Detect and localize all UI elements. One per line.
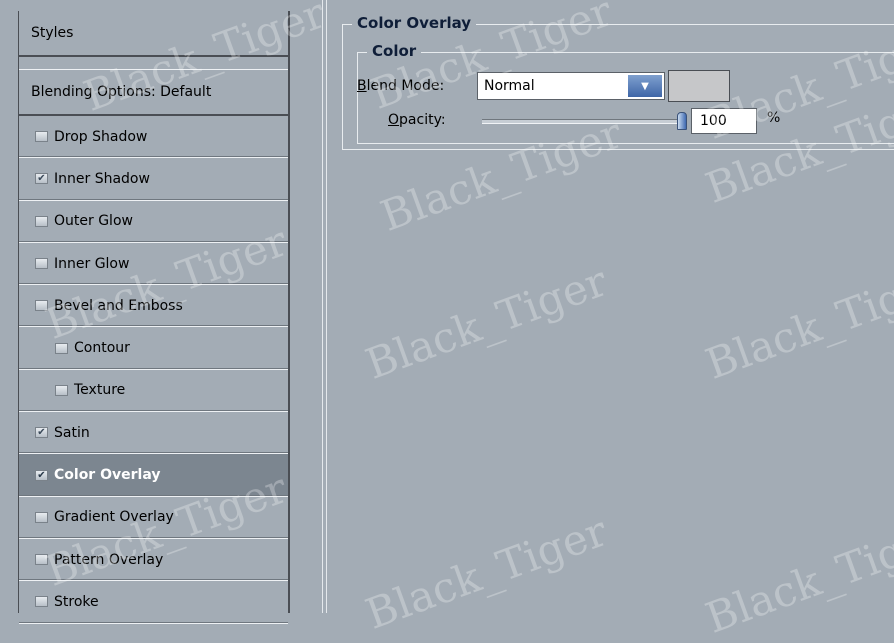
checkbox[interactable] [55,384,68,396]
effect-item-label: Inner Glow [54,255,130,272]
overlay-color-swatch[interactable] [668,70,730,102]
effect-item-label: Color Overlay [54,467,161,484]
effect-item-label: Gradient Overlay [54,509,174,526]
styles-header[interactable]: Styles [19,11,288,57]
checkbox[interactable] [35,300,48,312]
effect-item-gradient-overlay[interactable]: Gradient Overlay [19,497,288,539]
blend-mode-value: Normal [484,78,535,94]
effect-item-inner-glow[interactable]: Inner Glow [19,243,288,286]
effect-item-color-overlay[interactable]: ✔ Color Overlay [19,454,288,497]
effect-item-label: Contour [74,340,130,357]
checkbox[interactable]: ✔ [35,173,48,185]
checkbox[interactable] [55,342,68,354]
styles-list: Styles Blending Options: Default Drop Sh… [18,11,290,624]
checkbox[interactable] [35,511,48,523]
opacity-label-rest: pacity: [399,112,446,128]
blend-mode-label-rest: lend Mode: [366,78,445,94]
blend-mode-select[interactable]: Normal ▼ [477,72,665,100]
checkbox[interactable] [35,596,48,608]
effect-item-label: Bevel and Emboss [54,297,183,314]
checkbox[interactable]: ✔ [35,427,48,439]
effect-item-outer-glow[interactable]: Outer Glow [19,201,288,243]
opacity-label: Opacity: [388,112,446,128]
color-group-title: Color [367,42,422,60]
effect-item-label: Satin [54,424,90,441]
effect-item-satin[interactable]: ✔ Satin [19,412,288,455]
blending-options-item[interactable]: Blending Options: Default [19,69,288,116]
effect-item-label: Pattern Overlay [54,551,164,568]
effect-settings-panel: Color Overlay Color Blend Mode: Normal ▼… [290,0,894,613]
checkbox[interactable] [35,554,48,566]
checkbox[interactable] [35,258,48,270]
opacity-value: 100 [700,113,727,129]
panel-divider [322,0,327,613]
effect-item-label: Stroke [54,593,99,610]
checkbox[interactable] [35,131,48,143]
effect-item-texture[interactable]: Texture [19,370,288,413]
effect-item-label: Inner Shadow [54,170,150,187]
opacity-slider[interactable] [482,112,687,130]
percent-label: % [767,110,781,126]
styles-header-label: Styles [31,25,74,41]
chevron-down-icon[interactable]: ▼ [628,75,662,97]
blend-mode-mnemonic: B [357,78,367,94]
effect-item-stroke[interactable]: Stroke [19,581,288,624]
effect-item-pattern-overlay[interactable]: Pattern Overlay [19,539,288,582]
opacity-input[interactable]: 100 [691,108,757,134]
checkbox[interactable]: ✔ [35,469,48,481]
effect-item-drop-shadow[interactable]: Drop Shadow [19,116,288,159]
opacity-slider-thumb[interactable] [677,112,687,130]
effect-item-contour[interactable]: Contour [19,328,288,370]
effect-item-bevel-and-emboss[interactable]: Bevel and Emboss [19,285,288,328]
opacity-mnemonic: O [388,112,400,128]
blending-options-label: Blending Options: Default [31,84,212,100]
effect-item-label: Drop Shadow [54,128,148,145]
color-overlay-title: Color Overlay [352,14,477,32]
effect-item-inner-shadow[interactable]: ✔ Inner Shadow [19,158,288,201]
effect-item-label: Outer Glow [54,213,133,230]
blend-mode-label: Blend Mode: [357,78,444,94]
effect-item-label: Texture [74,382,126,399]
checkbox[interactable] [35,215,48,227]
